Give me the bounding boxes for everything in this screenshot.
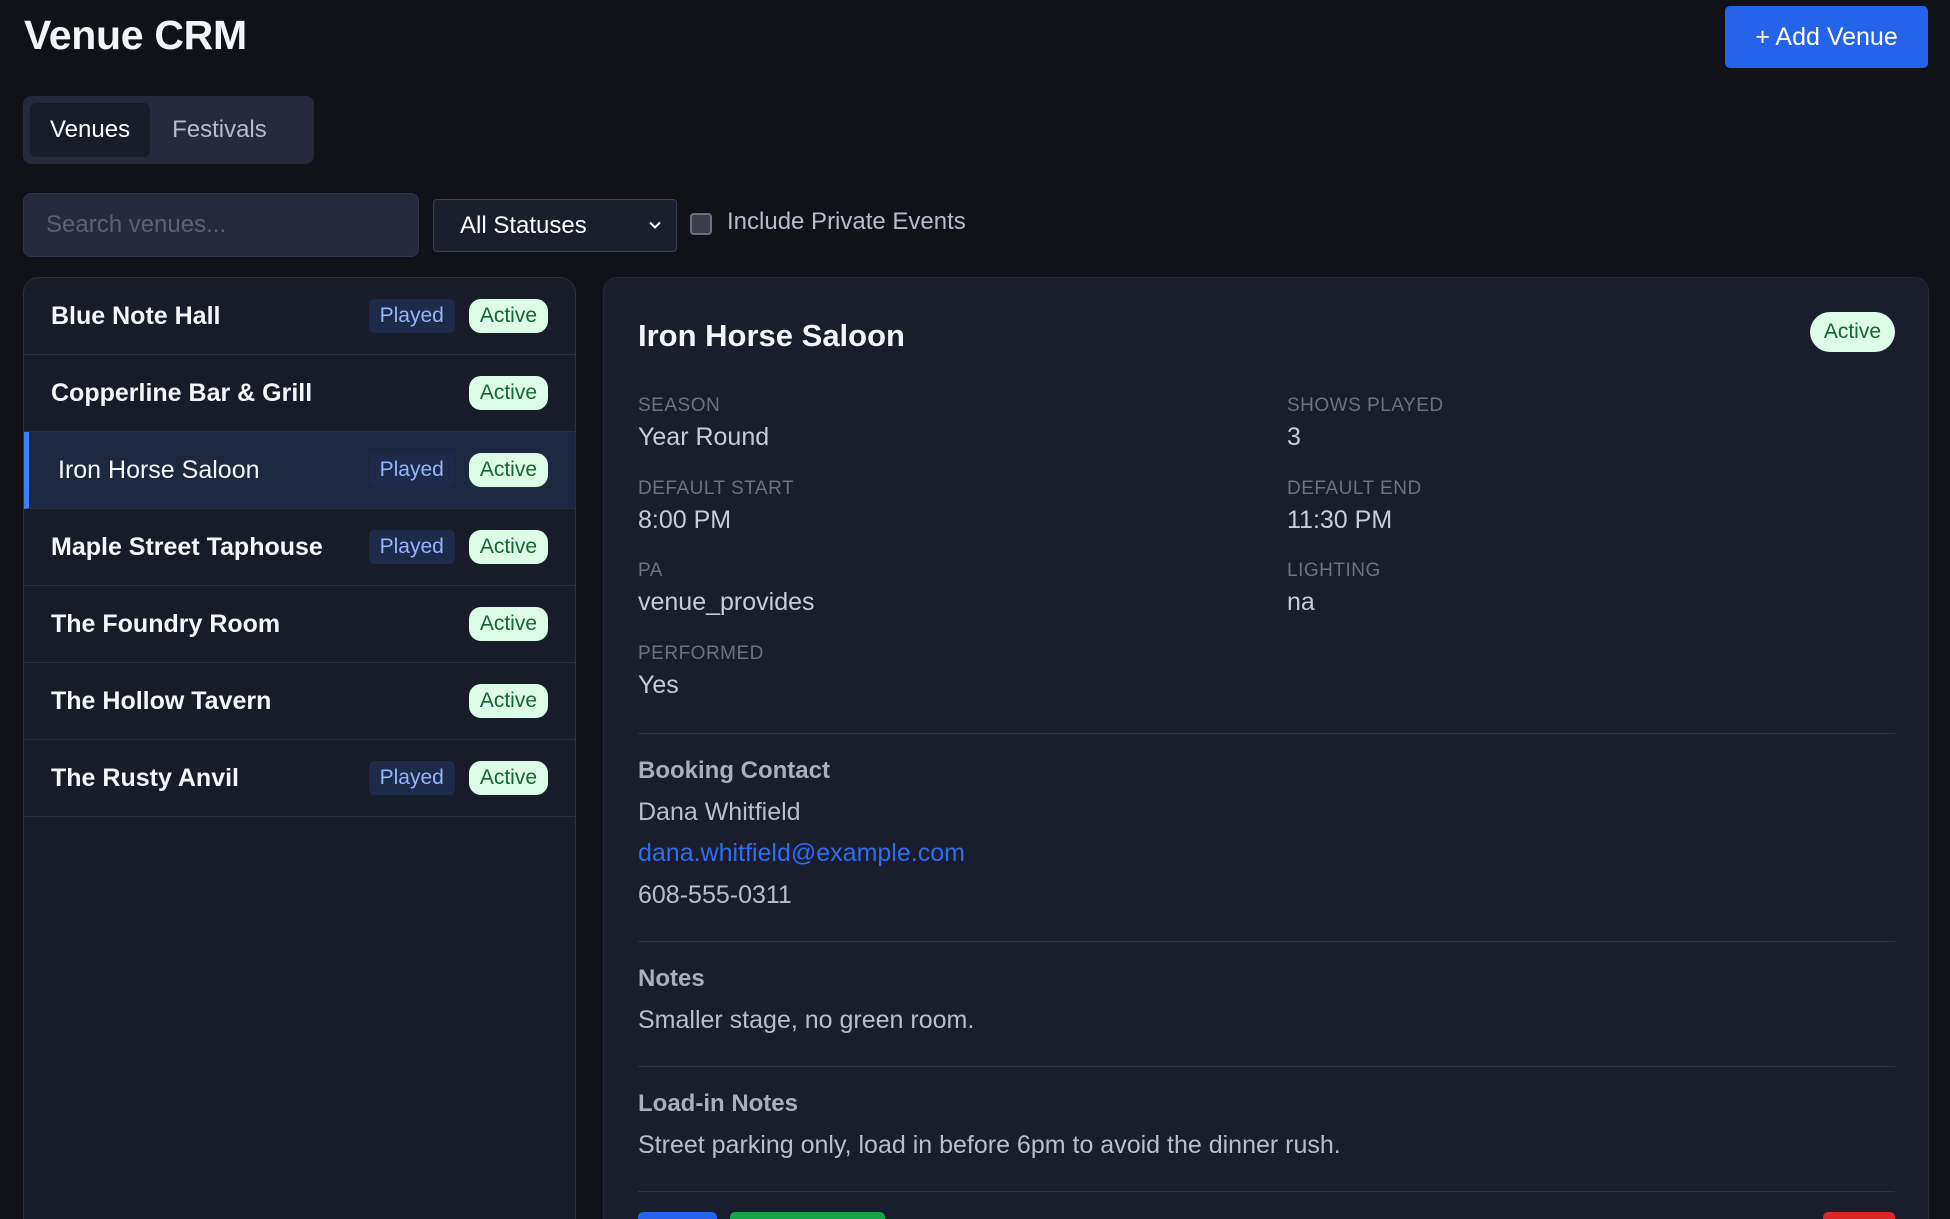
status-badge: Active: [468, 299, 548, 333]
status-filter-select[interactable]: All Statuses: [433, 199, 677, 252]
venue-name: Iron Horse Saloon: [58, 455, 260, 484]
field-label: DEFAULT END: [1287, 478, 1422, 499]
venue-name: The Hollow Tavern: [51, 686, 272, 715]
played-badge: Played: [368, 761, 455, 795]
venue-row[interactable]: Copperline Bar & Grill Active: [24, 355, 575, 432]
notes-heading: Notes: [638, 965, 705, 992]
played-badge: Played: [368, 453, 455, 487]
field-season: SEASON Year Round: [638, 395, 769, 452]
notes-text: Smaller stage, no green room.: [638, 1006, 975, 1034]
tab-venues[interactable]: Venues: [30, 103, 151, 157]
divider: [638, 1191, 1895, 1192]
venue-row[interactable]: Blue Note Hall Played Active: [24, 278, 575, 355]
field-value: Yes: [638, 671, 679, 699]
venue-detail-panel: Iron Horse Saloon Active SEASON Year Rou…: [603, 277, 1929, 1219]
delete-button[interactable]: [1823, 1212, 1895, 1219]
venue-row-selected[interactable]: Iron Horse Saloon Played Active: [24, 432, 575, 509]
field-performed: PERFORMED Yes: [638, 643, 764, 700]
search-input[interactable]: [23, 193, 419, 257]
played-badge: Played: [368, 530, 455, 564]
field-pa: PA venue_provides: [638, 560, 815, 617]
status-badge: Active: [468, 376, 548, 410]
venue-name: The Rusty Anvil: [51, 763, 239, 792]
venue-name: Copperline Bar & Grill: [51, 378, 313, 407]
divider: [638, 1066, 1895, 1067]
field-label: LIGHTING: [1287, 560, 1381, 581]
status-badge: Active: [468, 684, 548, 718]
status-badge: Active: [468, 453, 548, 487]
venue-row[interactable]: The Hollow Tavern Active: [24, 663, 575, 740]
contact-email-link[interactable]: dana.whitfield@example.com: [638, 839, 965, 868]
contact-name: Dana Whitfield: [638, 798, 801, 826]
venue-name: Maple Street Taphouse: [51, 532, 323, 561]
played-badge: Played: [368, 299, 455, 333]
status-badge: Active: [468, 761, 548, 795]
tab-bar: Venues Festivals: [23, 96, 314, 164]
divider: [638, 733, 1895, 734]
chevron-down-icon: [649, 221, 661, 229]
field-default-end: DEFAULT END 11:30 PM: [1287, 478, 1422, 535]
contact-phone: 608-555-0311: [638, 881, 792, 909]
include-private-checkbox[interactable]: [690, 213, 712, 235]
venue-row[interactable]: The Foundry Room Active: [24, 586, 575, 663]
field-value: venue_provides: [638, 588, 815, 616]
field-label: PA: [638, 560, 663, 581]
field-label: PERFORMED: [638, 643, 764, 664]
field-label: SEASON: [638, 395, 721, 416]
include-private-label: Include Private Events: [727, 208, 966, 235]
status-badge: Active: [468, 607, 548, 641]
add-venue-button[interactable]: + Add Venue: [1725, 6, 1928, 68]
field-label: DEFAULT START: [638, 478, 795, 499]
venue-list: Blue Note Hall Played Active Copperline …: [23, 277, 576, 1219]
field-label: SHOWS PLAYED: [1287, 395, 1444, 416]
load-in-heading: Load-in Notes: [638, 1090, 798, 1117]
page-title: Venue CRM: [24, 12, 247, 58]
venue-name: Blue Note Hall: [51, 301, 221, 330]
venue-name: The Foundry Room: [51, 609, 281, 638]
field-value: 8:00 PM: [638, 506, 732, 534]
log-show-button[interactable]: [730, 1212, 885, 1219]
field-value: Year Round: [638, 423, 770, 451]
detail-title: Iron Horse Saloon: [638, 318, 905, 353]
app-root: Venue CRM + Add Venue Venues Festivals A…: [0, 0, 1950, 1219]
field-value: 3: [1287, 423, 1301, 451]
field-value: 11:30 PM: [1287, 506, 1393, 534]
detail-status-badge: Active: [1809, 312, 1895, 352]
edit-button[interactable]: [638, 1212, 717, 1219]
booking-contact-heading: Booking Contact: [638, 757, 830, 784]
venue-row[interactable]: The Rusty Anvil Played Active: [24, 740, 575, 817]
load-in-text: Street parking only, load in before 6pm …: [638, 1131, 1341, 1159]
tab-festivals[interactable]: Festivals: [152, 103, 287, 157]
field-default-start: DEFAULT START 8:00 PM: [638, 478, 794, 535]
status-badge: Active: [468, 530, 548, 564]
field-lighting: LIGHTING na: [1287, 560, 1381, 617]
status-filter-value: All Statuses: [460, 211, 587, 239]
field-shows-played: SHOWS PLAYED 3: [1287, 395, 1444, 452]
divider: [638, 941, 1895, 942]
field-value: na: [1287, 588, 1315, 616]
venue-row[interactable]: Maple Street Taphouse Played Active: [24, 509, 575, 586]
